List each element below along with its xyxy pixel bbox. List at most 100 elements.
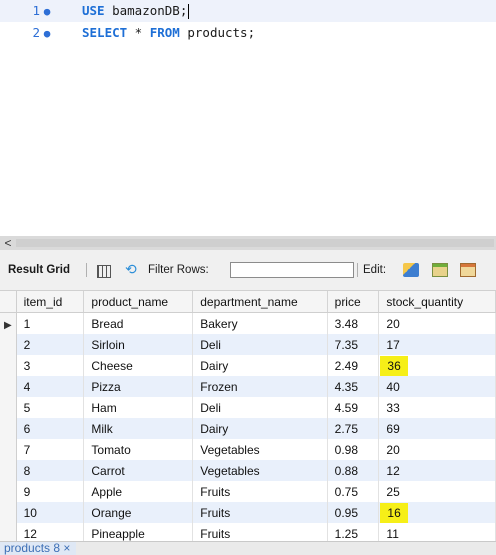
cell-item-id[interactable]: 10 [16,502,85,523]
cell-price[interactable]: 3.48 [327,312,380,334]
table-row[interactable]: 3 Cheese Dairy 2.49 36 [0,355,496,376]
cell-price[interactable]: 0.88 [327,460,380,481]
row-indicator[interactable] [0,439,17,460]
cell-price[interactable]: 0.75 [327,481,380,502]
table-row[interactable]: 4 Pizza Frozen 4.35 40 [0,376,496,397]
cell-product-name[interactable]: Pizza [83,376,194,397]
cell-stock-quantity[interactable]: 12 [378,460,496,481]
cell-product-name[interactable]: Apple [83,481,194,502]
code-line-2[interactable]: 2 ● SELECT * FROM products; [0,22,496,44]
cell-item-id[interactable]: 4 [16,376,85,397]
cell-price[interactable]: 0.95 [327,502,380,523]
cell-stock-quantity[interactable]: 40 [378,376,496,397]
cell-department-name[interactable]: Fruits [192,502,328,523]
cell-product-name[interactable]: Tomato [83,439,194,460]
row-indicator[interactable] [0,334,17,355]
row-indicator[interactable] [0,460,17,481]
result-tab-products[interactable]: products 8 × [0,541,77,555]
close-icon[interactable]: × [63,541,70,555]
cell-item-id[interactable]: 1 [16,312,85,334]
cell-price[interactable]: 4.35 [327,376,380,397]
filter-rows-input[interactable] [230,262,354,278]
table-row[interactable]: ▶ 1 Bread Bakery 3.48 20 [0,312,496,334]
column-header-stock-quantity[interactable]: stock_quantity [378,291,496,313]
table-row[interactable]: 9 Apple Fruits 0.75 25 [0,481,496,502]
sql-editor[interactable]: 1 ● USE bamazonDB; 2 ● SELECT * FROM produ… [0,0,496,236]
cell-department-name[interactable]: Vegetables [192,460,328,481]
cell-stock-quantity[interactable]: 20 [378,439,496,460]
row-indicator[interactable] [0,481,17,502]
table-row[interactable]: 12 Pineapple Fruits 1.25 11 [0,523,496,541]
cell-price[interactable]: 7.35 [327,334,380,355]
cell-item-id[interactable]: 9 [16,481,85,502]
cell-product-name[interactable]: Pineapple [83,523,194,541]
cell-stock-quantity[interactable]: 25 [378,481,496,502]
cell-department-name[interactable]: Deli [192,334,328,355]
add-row-icon[interactable] [432,263,448,277]
cell-price[interactable]: 1.25 [327,523,380,541]
cell-item-id[interactable]: 12 [16,523,85,541]
cell-product-name[interactable]: Bread [83,312,194,334]
cell-department-name[interactable]: Frozen [192,376,328,397]
cell-stock-quantity[interactable]: 16 [378,502,496,523]
cell-stock-quantity[interactable]: 69 [378,418,496,439]
cell-product-name[interactable]: Milk [83,418,194,439]
cell-stock-quantity[interactable]: 20 [378,312,496,334]
row-indicator[interactable] [0,418,17,439]
row-indicator[interactable]: ▶ [0,312,17,334]
cell-item-id[interactable]: 7 [16,439,85,460]
table-row[interactable]: 5 Ham Deli 4.59 33 [0,397,496,418]
cell-product-name[interactable]: Ham [83,397,194,418]
code-text: USE bamazonDB; [82,0,190,22]
table-row[interactable]: 7 Tomato Vegetables 0.98 20 [0,439,496,460]
code-line-1[interactable]: 1 ● USE bamazonDB; [0,0,496,22]
cell-product-name[interactable]: Cheese [83,355,194,376]
cell-product-name[interactable]: Sirloin [83,334,194,355]
table-row[interactable]: 8 Carrot Vegetables 0.88 12 [0,460,496,481]
cell-price[interactable]: 2.49 [327,355,380,376]
cell-value: 4.59 [334,400,358,415]
grid-layout-icon[interactable] [97,265,111,278]
row-indicator[interactable] [0,355,17,376]
row-indicator[interactable] [0,376,17,397]
cell-department-name[interactable]: Dairy [192,355,328,376]
cell-item-id[interactable]: 6 [16,418,85,439]
cell-stock-quantity[interactable]: 33 [378,397,496,418]
cell-price[interactable]: 2.75 [327,418,380,439]
cell-item-id[interactable]: 2 [16,334,85,355]
cell-price[interactable]: 4.59 [327,397,380,418]
cell-item-id[interactable]: 8 [16,460,85,481]
cell-department-name[interactable]: Fruits [192,481,328,502]
row-indicator[interactable] [0,397,17,418]
result-grid[interactable]: item_id product_name department_name pri… [0,291,496,541]
horizontal-scrollbar[interactable]: < [0,236,496,250]
cell-item-id[interactable]: 3 [16,355,85,376]
column-header-price[interactable]: price [327,291,380,313]
cell-department-name[interactable]: Bakery [192,312,328,334]
row-indicator[interactable] [0,523,17,541]
scroll-left-icon[interactable]: < [2,236,14,250]
cell-stock-quantity[interactable]: 36 [378,355,496,376]
refresh-icon[interactable]: ⟲ [125,261,137,277]
edit-row-icon[interactable] [403,263,419,277]
table-row[interactable]: 2 Sirloin Deli 7.35 17 [0,334,496,355]
row-indicator[interactable] [0,502,17,523]
cell-price[interactable]: 0.98 [327,439,380,460]
delete-row-icon[interactable] [460,263,476,277]
cell-stock-quantity[interactable]: 11 [378,523,496,541]
cell-stock-quantity[interactable]: 17 [378,334,496,355]
cell-product-name[interactable]: Orange [83,502,194,523]
scrollbar-track[interactable] [16,239,494,247]
result-grid-tab[interactable]: Result Grid [8,250,70,290]
column-header-department-name[interactable]: department_name [192,291,328,313]
table-row[interactable]: 10 Orange Fruits 0.95 16 [0,502,496,523]
column-header-item-id[interactable]: item_id [16,291,85,313]
cell-item-id[interactable]: 5 [16,397,85,418]
cell-department-name[interactable]: Dairy [192,418,328,439]
column-header-product-name[interactable]: product_name [83,291,194,313]
table-row[interactable]: 6 Milk Dairy 2.75 69 [0,418,496,439]
cell-product-name[interactable]: Carrot [83,460,194,481]
cell-department-name[interactable]: Vegetables [192,439,328,460]
cell-department-name[interactable]: Deli [192,397,328,418]
cell-department-name[interactable]: Fruits [192,523,328,541]
